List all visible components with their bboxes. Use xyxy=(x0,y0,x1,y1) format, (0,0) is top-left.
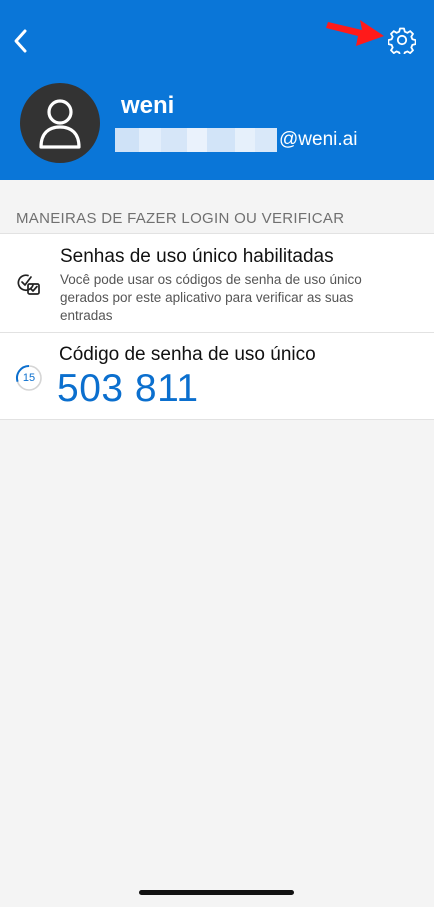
settings-button[interactable] xyxy=(386,24,418,56)
otp-enabled-description: Você pode usar os códigos de senha de us… xyxy=(60,272,362,323)
chevron-left-icon xyxy=(14,29,27,53)
person-icon xyxy=(39,99,81,149)
account-header: weni @weni.ai xyxy=(0,0,434,180)
home-indicator[interactable] xyxy=(139,890,294,895)
timer-seconds: 15 xyxy=(22,372,36,384)
avatar xyxy=(20,83,100,163)
account-name: weni xyxy=(121,92,175,119)
red-arrow-annotation xyxy=(326,20,384,46)
otp-code-item[interactable]: 15 Código de senha de uso único 503 811 xyxy=(0,332,434,420)
email-domain: @weni.ai xyxy=(279,129,358,150)
redacted-email-user xyxy=(115,128,277,152)
back-button[interactable] xyxy=(6,26,36,56)
otp-enabled-title: Senhas de uso único habilitadas xyxy=(60,246,334,267)
section-title: MANEIRAS DE FAZER LOGIN OU VERIFICAR xyxy=(16,210,345,227)
otp-code-value[interactable]: 503 811 xyxy=(57,367,199,411)
checkbox-verify-icon xyxy=(17,274,40,295)
gear-icon xyxy=(388,27,416,54)
otp-code-title: Código de senha de uso único xyxy=(59,344,316,365)
countdown-timer: 15 xyxy=(15,364,43,392)
account-email: @weni.ai xyxy=(115,128,357,152)
otp-enabled-item[interactable]: Senhas de uso único habilitadas Você pod… xyxy=(0,233,434,333)
